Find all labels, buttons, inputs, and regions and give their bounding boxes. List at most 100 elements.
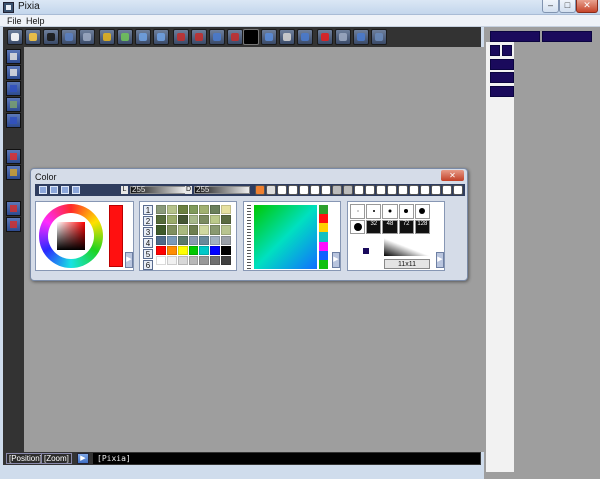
line-icon[interactable] bbox=[266, 185, 276, 195]
layer-item-1[interactable] bbox=[490, 59, 514, 70]
palette-swatch[interactable] bbox=[221, 215, 231, 225]
gradient-side-swatch[interactable] bbox=[319, 250, 328, 260]
layer-thumb-1[interactable] bbox=[490, 45, 500, 56]
gradient-side-swatch[interactable] bbox=[319, 232, 328, 242]
brush-panel-arrow[interactable]: ▶ bbox=[436, 252, 444, 268]
rotate-icon[interactable] bbox=[321, 185, 331, 195]
brush-large[interactable] bbox=[414, 204, 430, 219]
layers-icon[interactable] bbox=[279, 29, 295, 45]
palette-swatch[interactable] bbox=[188, 205, 199, 215]
pencil-icon[interactable] bbox=[6, 49, 21, 64]
brush-small[interactable] bbox=[366, 204, 382, 219]
color-dialog-close-button[interactable]: ✕ bbox=[441, 170, 464, 181]
save-icon[interactable] bbox=[61, 29, 77, 45]
palette-swatch[interactable] bbox=[166, 205, 177, 215]
minimize-button[interactable]: – bbox=[542, 0, 559, 13]
gradient-side-swatch[interactable] bbox=[319, 223, 328, 233]
palette-swatch[interactable] bbox=[156, 205, 166, 215]
fill-bucket-icon[interactable] bbox=[255, 185, 265, 195]
layer-thumb-2[interactable] bbox=[502, 45, 512, 56]
hue-wheel[interactable] bbox=[39, 204, 103, 268]
color-swatch-black[interactable] bbox=[243, 29, 259, 45]
brush-tiny[interactable] bbox=[350, 204, 366, 219]
palette-swatch[interactable] bbox=[166, 255, 177, 265]
palette-page-4[interactable]: 4 bbox=[143, 238, 153, 248]
stamp-icon[interactable] bbox=[420, 185, 430, 195]
palette-page-3[interactable]: 3 bbox=[143, 227, 153, 237]
blob-icon[interactable] bbox=[299, 185, 309, 195]
brush-xlarge[interactable] bbox=[350, 219, 366, 234]
palette-swatch[interactable] bbox=[166, 245, 177, 255]
saturation-square[interactable] bbox=[57, 222, 85, 250]
copy-icon[interactable] bbox=[135, 29, 151, 45]
palette-swatch[interactable] bbox=[199, 255, 210, 265]
filter-icon[interactable] bbox=[297, 29, 313, 45]
mode-button-h[interactable] bbox=[39, 186, 47, 194]
palette-swatch[interactable] bbox=[199, 215, 210, 225]
palette-swatch[interactable] bbox=[221, 205, 231, 215]
gradient-side-swatch[interactable] bbox=[319, 214, 328, 224]
palette-swatch[interactable] bbox=[210, 205, 221, 215]
circle-icon[interactable] bbox=[310, 185, 320, 195]
menu-file[interactable]: File bbox=[7, 15, 22, 27]
blue-square-icon[interactable] bbox=[6, 113, 21, 128]
palette-swatch[interactable] bbox=[156, 245, 166, 255]
undo-icon[interactable] bbox=[99, 29, 115, 45]
maximize-button[interactable]: □ bbox=[559, 0, 576, 13]
palette-swatch[interactable] bbox=[221, 235, 231, 245]
gray-circle2-icon[interactable] bbox=[343, 185, 353, 195]
palette-swatch[interactable] bbox=[177, 205, 188, 215]
palette-swatch[interactable] bbox=[221, 245, 231, 255]
brush-medium-large[interactable] bbox=[398, 204, 414, 219]
camera-icon[interactable] bbox=[43, 29, 59, 45]
mode-button-a[interactable] bbox=[72, 186, 80, 194]
palette-page-5[interactable]: 5 bbox=[143, 249, 153, 259]
layer-item-2[interactable] bbox=[490, 72, 514, 83]
palette-swatch[interactable] bbox=[156, 215, 166, 225]
palette-swatch[interactable] bbox=[156, 235, 166, 245]
pen-tool-icon[interactable] bbox=[191, 29, 207, 45]
palette-swatch[interactable] bbox=[177, 235, 188, 245]
brush-size-32[interactable]: 32 bbox=[366, 219, 382, 234]
palette-swatch[interactable] bbox=[199, 245, 210, 255]
palette-swatch[interactable] bbox=[210, 245, 221, 255]
diamond-icon[interactable] bbox=[354, 185, 364, 195]
effects-icon[interactable] bbox=[335, 29, 351, 45]
arrows-icon[interactable] bbox=[376, 185, 386, 195]
palette-swatch[interactable] bbox=[177, 255, 188, 265]
pattern-icon[interactable] bbox=[6, 165, 21, 180]
transform-icon[interactable] bbox=[6, 149, 21, 164]
star-icon[interactable] bbox=[398, 185, 408, 195]
gradient-panel-arrow[interactable]: ▶ bbox=[332, 252, 340, 268]
palette-swatch[interactable] bbox=[166, 235, 177, 245]
panel-header-tab-1[interactable] bbox=[490, 31, 540, 42]
window-icon[interactable] bbox=[409, 185, 419, 195]
palette-swatch[interactable] bbox=[210, 235, 221, 245]
palette-swatch[interactable] bbox=[177, 245, 188, 255]
palette-swatch[interactable] bbox=[188, 225, 199, 235]
brush-tool-icon[interactable] bbox=[173, 29, 189, 45]
palette-swatch[interactable] bbox=[210, 255, 221, 265]
palette-swatch[interactable] bbox=[166, 225, 177, 235]
checker-icon[interactable] bbox=[277, 185, 287, 195]
brush-size-48[interactable]: 48 bbox=[382, 219, 398, 234]
palette-swatch[interactable] bbox=[210, 215, 221, 225]
palette-swatch[interactable] bbox=[188, 245, 199, 255]
brush-size-72[interactable]: 72 bbox=[398, 219, 414, 234]
status-arrow-button[interactable]: ▶ bbox=[77, 453, 89, 464]
brush-edit-icon[interactable] bbox=[6, 201, 21, 216]
brush-medium[interactable] bbox=[382, 204, 398, 219]
record-icon[interactable] bbox=[317, 29, 333, 45]
paste-icon[interactable] bbox=[153, 29, 169, 45]
mode-button-r[interactable] bbox=[50, 186, 58, 194]
palette-swatch[interactable] bbox=[166, 215, 177, 225]
palette-swatch[interactable] bbox=[156, 225, 166, 235]
pen-icon[interactable] bbox=[6, 65, 21, 80]
menu-help[interactable]: Help bbox=[26, 15, 45, 27]
gradient-side-swatch[interactable] bbox=[319, 259, 328, 269]
open-folder-icon[interactable] bbox=[25, 29, 41, 45]
palette-swatch[interactable] bbox=[199, 205, 210, 215]
gradient-side-swatch[interactable] bbox=[319, 205, 328, 215]
sphere-icon[interactable] bbox=[371, 29, 387, 45]
panel-header-tab-2[interactable] bbox=[542, 31, 592, 42]
